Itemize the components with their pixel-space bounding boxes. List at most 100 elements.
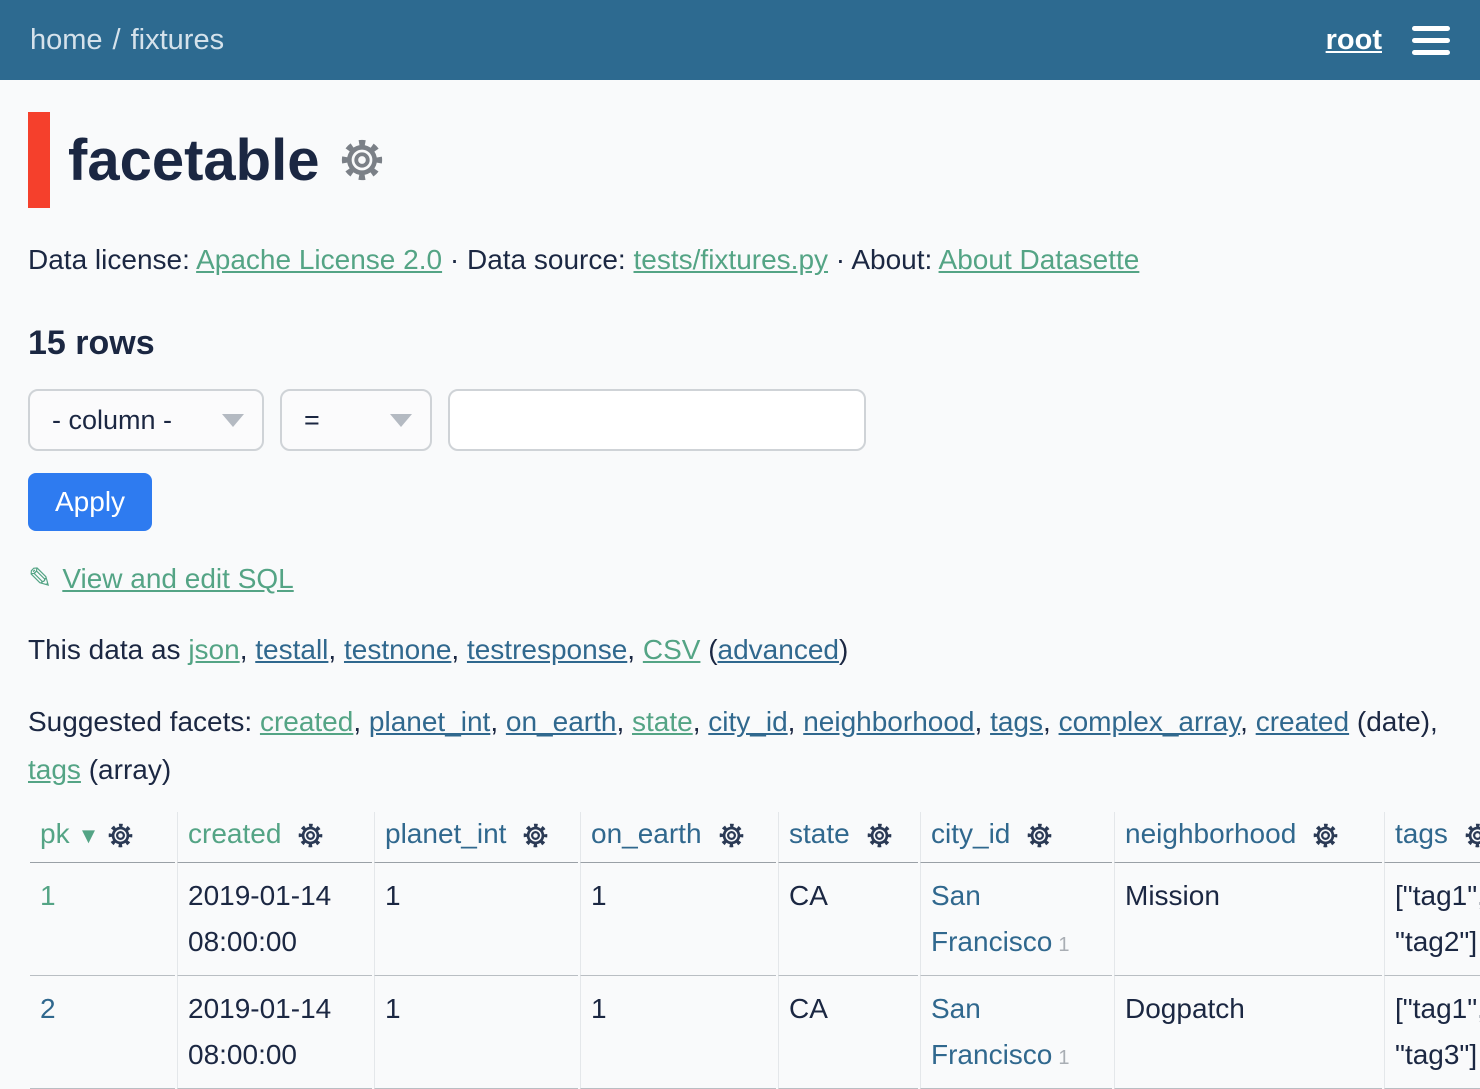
table-body: 1 2019-01-14 08:00:00 1 1 CA San Francis… [30,863,1480,1089]
sql-row: ✎ View and edit SQL [28,561,1452,596]
on-earth-cell: 1 [580,863,776,976]
top-header: home / fixtures root [0,0,1480,80]
export-format-link[interactable]: testnone [344,634,451,665]
column-header-link[interactable]: planet_int [385,818,506,849]
facets-prefix: Suggested facets: [28,706,260,737]
facet-link[interactable]: neighborhood [803,706,974,737]
facet-link[interactable]: planet_int [369,706,490,737]
facet-link[interactable]: on_earth [506,706,617,737]
metadata-line: Data license: Apache License 2.0 · Data … [28,244,1452,276]
column-header-link[interactable]: on_earth [591,818,702,849]
column-gear-icon[interactable] [107,822,134,849]
filter-value-input[interactable] [448,389,866,451]
source-label: Data source: [467,244,626,275]
city-id-cell: San Francisco 1 [920,863,1112,976]
license-link[interactable]: Apache License 2.0 [196,244,442,275]
planet-int-cell: 1 [374,976,578,1089]
state-cell: CA [778,976,918,1089]
user-account-link[interactable]: root [1326,24,1382,57]
export-line: This data as json, testall, testnone, te… [28,634,1452,666]
column-gear-icon[interactable] [866,822,893,849]
hamburger-menu-icon[interactable] [1412,26,1450,55]
dot-separator: · [450,244,459,275]
facet-link[interactable]: city_id [708,706,787,737]
facet-link[interactable]: tags [990,706,1043,737]
dot-separator: · [836,244,845,275]
export-format-link[interactable]: testresponse [467,634,627,665]
breadcrumb-separator: / [113,24,121,56]
column-header-link[interactable]: neighborhood [1125,818,1296,849]
license-label: Data license: [28,244,190,275]
column-gear-icon[interactable] [1312,822,1339,849]
filter-operator-select[interactable]: = [280,389,432,451]
results-table: pk ▼ created planet_int on_earth state city_id… [28,812,1480,1089]
city-link[interactable]: San Francisco [931,880,1052,957]
view-edit-sql-link[interactable]: View and edit SQL [62,563,293,594]
filter-row: - column - = [28,389,1452,451]
column-header-link[interactable]: state [789,818,850,849]
column-gear-icon[interactable] [297,822,324,849]
page-title: facetable [68,127,319,194]
title-accent-bar [28,112,50,208]
advanced-open-paren: ( [700,634,717,665]
chevron-down-icon [390,414,412,427]
source-link[interactable]: tests/fixtures.py [634,244,829,275]
city-link[interactable]: San Francisco [931,993,1052,1070]
main-content: facetable Data license: Apache License 2… [0,112,1480,1089]
facet-suffix: (date) [1349,706,1430,737]
on-earth-cell: 1 [580,976,776,1089]
chevron-down-icon [222,414,244,427]
breadcrumb: home / fixtures [30,24,224,57]
filter-operator-select-value: = [304,405,320,436]
export-links: json, testall, testnone, testresponse, C… [188,634,700,665]
created-cell: 2019-01-14 08:00:00 [177,976,372,1089]
breadcrumb-fixtures-link[interactable]: fixtures [131,24,224,56]
column-header-link[interactable]: city_id [931,818,1010,849]
planet-int-cell: 1 [374,863,578,976]
facet-link[interactable]: created [260,706,353,737]
suggested-facets-line: Suggested facets: created, planet_int, o… [28,698,1452,794]
created-cell: 2019-01-14 08:00:00 [177,863,372,976]
table-header-row: pk ▼ created planet_int on_earth state city_id… [30,812,1480,863]
about-link[interactable]: About Datasette [939,244,1140,275]
state-cell: CA [778,863,918,976]
pk-link[interactable]: 2 [40,993,56,1024]
facet-suffix: (array) [81,754,171,785]
tags-cell: ["tag1", "tag2"] [1384,863,1480,976]
export-advanced-link[interactable]: advanced [718,634,839,665]
pk-cell: 2 [30,976,175,1089]
facet-link[interactable]: created [1256,706,1349,737]
column-header-link[interactable]: created [188,818,281,849]
column-gear-icon[interactable] [1026,822,1053,849]
column-gear-icon[interactable] [522,822,549,849]
column-gear-icon[interactable] [718,822,745,849]
breadcrumb-home-link[interactable]: home [30,24,103,56]
export-format-link[interactable]: json [188,634,239,665]
facet-link[interactable]: complex_array [1059,706,1241,737]
filter-column-select[interactable]: - column - [28,389,264,451]
pk-cell: 1 [30,863,175,976]
neighborhood-cell: Dogpatch [1114,976,1382,1089]
neighborhood-cell: Mission [1114,863,1382,976]
facet-link[interactable]: tags [28,754,81,785]
pk-link[interactable]: 1 [40,880,56,911]
column-gear-icon[interactable] [1464,822,1480,849]
export-format-link[interactable]: testall [255,634,328,665]
filter-column-select-value: - column - [52,405,172,436]
table-gear-icon[interactable] [339,137,385,183]
export-prefix: This data as [28,634,188,665]
about-label: About: [851,244,932,275]
column-header-link[interactable]: pk [40,818,70,849]
city-id-cell: San Francisco1 [920,976,1112,1089]
facet-link[interactable]: state [632,706,693,737]
apply-button[interactable]: Apply [28,473,152,531]
city-count-badge: 1 [1058,934,1069,956]
tags-cell: ["tag1", "tag3"] [1384,976,1480,1089]
sort-descending-indicator: ▼ [78,823,100,848]
column-header-link[interactable]: tags [1395,818,1448,849]
advanced-close-paren: ) [839,634,848,665]
pencil-icon: ✎ [28,563,52,595]
table-row: 2 2019-01-14 08:00:00 1 1 CA San Francis… [30,976,1480,1089]
export-format-link[interactable]: CSV [643,634,701,665]
table-row: 1 2019-01-14 08:00:00 1 1 CA San Francis… [30,863,1480,976]
